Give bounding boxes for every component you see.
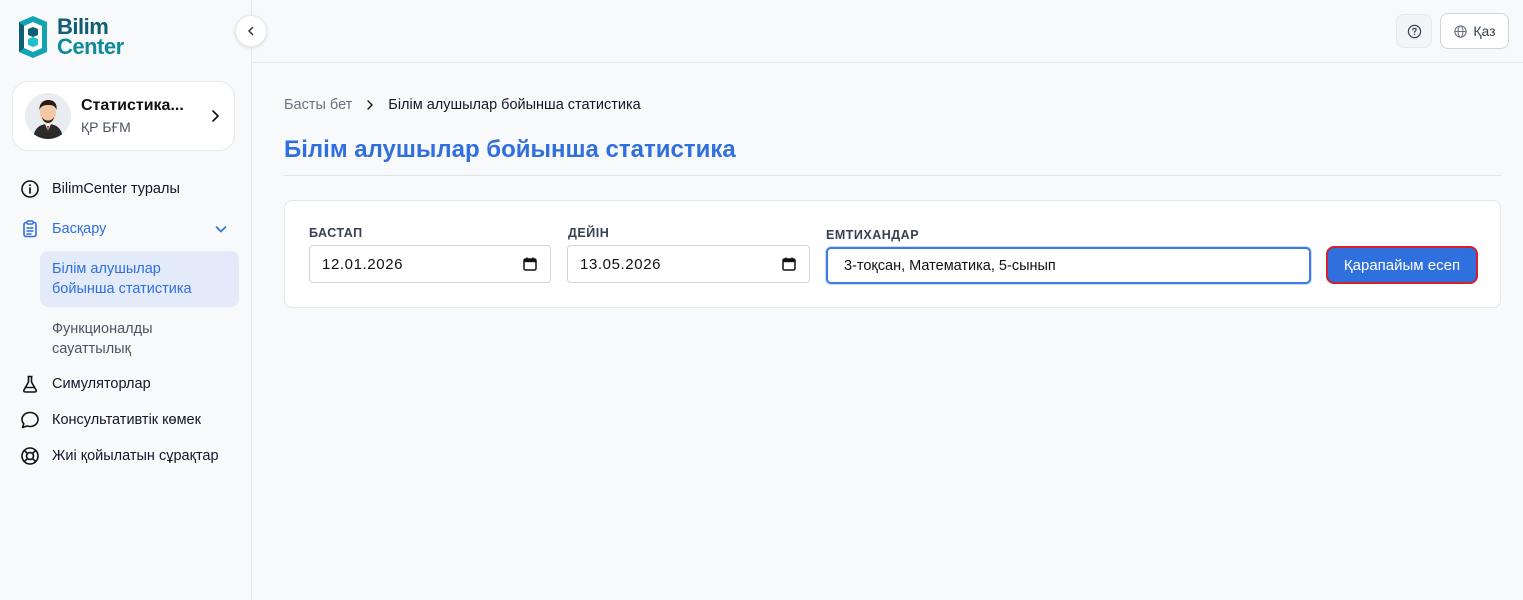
logo-mark-icon bbox=[19, 16, 47, 58]
chevron-left-icon bbox=[248, 26, 254, 36]
help-button[interactable] bbox=[1396, 14, 1432, 48]
breadcrumb-home-link[interactable]: Басты бет bbox=[284, 97, 352, 113]
breadcrumb: Басты бет Білім алушылар бойынша статист… bbox=[284, 97, 641, 113]
profile-card[interactable]: Статистика... ҚР БҒМ bbox=[12, 81, 235, 151]
sidebar-item-consultation[interactable]: Консультативтік көмек bbox=[0, 401, 252, 439]
sidebar-item-label: Консультативтік көмек bbox=[52, 412, 201, 428]
start-date-input[interactable]: 12.01.2026 bbox=[309, 245, 551, 283]
flask-icon bbox=[23, 375, 37, 393]
exams-select[interactable]: 3-тоқсан, Математика, 5-сынып bbox=[826, 247, 1311, 284]
sidebar-item-label: BilimCenter туралы bbox=[52, 181, 180, 197]
globe-icon bbox=[1454, 24, 1468, 38]
sidebar-item-manage[interactable]: Басқару bbox=[0, 210, 252, 248]
lifebuoy-icon bbox=[21, 447, 39, 465]
exams-label: ЕМТИХАНДАР bbox=[826, 228, 920, 242]
end-date-value: 13.05.2026 bbox=[580, 255, 662, 273]
sidebar: Bilim Center Статистика... ҚР БҒМ BilimC… bbox=[0, 0, 252, 600]
sidebar-item-faq[interactable]: Жиі қойылатын сұрақтар bbox=[0, 437, 252, 475]
start-date-label: БАСТАП bbox=[309, 226, 363, 240]
end-date-input[interactable]: 13.05.2026 bbox=[567, 245, 810, 283]
clipboard-icon bbox=[23, 220, 37, 238]
sidebar-item-about[interactable]: BilimCenter туралы bbox=[0, 170, 252, 208]
sidebar-nav: BilimCenter туралы Басқару Білім алушыла… bbox=[0, 170, 252, 475]
calendar-icon[interactable] bbox=[522, 256, 538, 272]
avatar-illustration-icon bbox=[25, 93, 71, 139]
sidebar-collapse-button[interactable] bbox=[235, 15, 267, 47]
sidebar-item-label: Басқару bbox=[52, 221, 107, 237]
breadcrumb-current: Білім алушылар бойынша статистика bbox=[388, 97, 641, 113]
chevron-right-icon bbox=[367, 100, 373, 110]
chevron-right-icon bbox=[212, 110, 219, 122]
sidebar-subitem-student-statistics[interactable]: Білім алушылар бойынша статистика bbox=[40, 251, 239, 307]
sidebar-item-label: Жиі қойылатын сұрақтар bbox=[52, 448, 219, 464]
sidebar-subitem-functional-literacy[interactable]: Функционалды сауаттылық bbox=[40, 311, 239, 367]
filter-card: БАСТАП 12.01.2026 ДЕЙІН 13.05.2026 ЕМТИХ… bbox=[284, 200, 1501, 308]
bilimcenter-logo[interactable]: Bilim Center bbox=[15, 14, 124, 60]
profile-organization: ҚР БҒМ bbox=[81, 119, 131, 135]
exams-selected-value: 3-тоқсан, Математика, 5-сынып bbox=[844, 257, 1056, 274]
language-label: Қаз bbox=[1473, 23, 1496, 39]
info-circle-icon bbox=[21, 180, 39, 198]
calendar-icon[interactable] bbox=[781, 256, 797, 272]
topbar: Қаз bbox=[252, 0, 1523, 63]
chat-bubble-icon bbox=[21, 411, 39, 429]
chevron-down-icon bbox=[215, 226, 227, 233]
language-switcher[interactable]: Қаз bbox=[1440, 13, 1509, 49]
title-divider bbox=[284, 175, 1501, 176]
sidebar-item-label: Симуляторлар bbox=[52, 376, 151, 392]
end-date-label: ДЕЙІН bbox=[568, 226, 610, 240]
start-date-value: 12.01.2026 bbox=[322, 255, 404, 273]
question-circle-icon bbox=[1407, 24, 1421, 38]
profile-name: Статистика... bbox=[81, 97, 184, 114]
simple-report-button[interactable]: Қарапайым есеп bbox=[1326, 246, 1478, 284]
logo-text-line2: Center bbox=[57, 34, 124, 59]
avatar bbox=[25, 93, 71, 139]
sidebar-item-simulators[interactable]: Симуляторлар bbox=[0, 365, 252, 403]
page-title: Білім алушылар бойынша статистика bbox=[284, 136, 736, 163]
